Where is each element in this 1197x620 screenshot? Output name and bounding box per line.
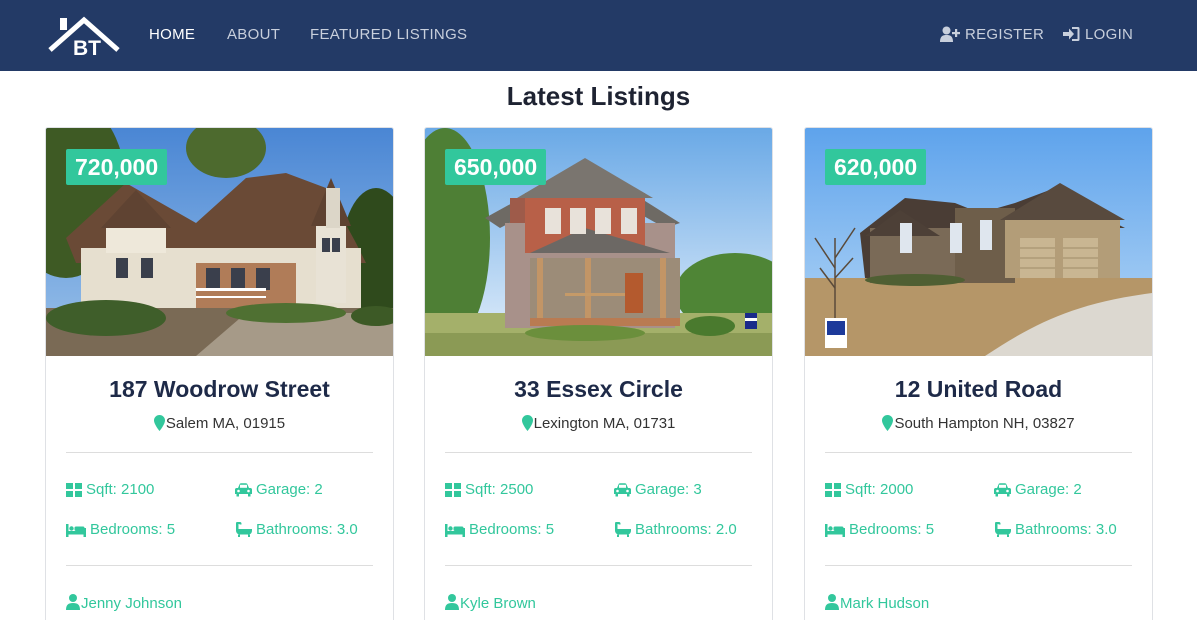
bed-icon: [66, 524, 86, 537]
divider: [825, 565, 1132, 566]
price-badge: 650,000: [445, 149, 547, 185]
feature-sqft: Sqft: 2000: [825, 481, 913, 498]
feature-bedrooms: Bedrooms: 5: [66, 521, 175, 538]
listing-title[interactable]: 33 Essex Circle: [425, 376, 772, 403]
nav-about-link[interactable]: ABOUT: [227, 26, 280, 43]
logo-text: BT: [73, 37, 101, 58]
divider: [445, 452, 752, 453]
user-icon: [825, 594, 839, 610]
user-plus-icon: [940, 26, 960, 42]
th-large-icon: [445, 483, 461, 497]
bed-icon: [445, 524, 465, 537]
map-marker-icon: [882, 415, 894, 431]
bedrooms-text: Bedrooms: 5: [469, 521, 555, 538]
listing-card[interactable]: 620,000 12 United Road South Hampton NH,…: [804, 127, 1153, 620]
brand-logo[interactable]: BT: [46, 14, 122, 60]
feature-bathrooms: Bathrooms: 2.0: [614, 521, 737, 538]
sqft-text: Sqft: 2100: [86, 481, 155, 498]
listing-title[interactable]: 12 United Road: [805, 376, 1152, 403]
login-label: LOGIN: [1085, 26, 1134, 43]
nav-featured-listings-link[interactable]: FEATURED LISTINGS: [310, 26, 467, 43]
price-badge: 620,000: [825, 149, 927, 185]
nav-login-link[interactable]: LOGIN: [1063, 26, 1133, 43]
divider: [825, 452, 1132, 453]
bathrooms-text: Bathrooms: 2.0: [635, 521, 737, 538]
feature-garage: Garage: 2: [994, 481, 1082, 498]
divider: [66, 452, 373, 453]
address-text: Lexington MA, 01731: [533, 415, 676, 432]
bedrooms-text: Bedrooms: 5: [849, 521, 935, 538]
address-text: Salem MA, 01915: [165, 415, 286, 432]
listing-card[interactable]: 650,000 33 Essex Circle Lexington MA, 01…: [424, 127, 773, 620]
listing-card[interactable]: 720,000 187 Woodrow Street Salem MA, 019…: [45, 127, 394, 620]
feature-bedrooms: Bedrooms: 5: [445, 521, 554, 538]
bath-icon: [995, 522, 1011, 537]
page-title: Latest Listings: [506, 81, 691, 111]
map-marker-icon: [153, 415, 165, 431]
feature-bathrooms: Bathrooms: 3.0: [994, 521, 1117, 538]
divider: [66, 565, 373, 566]
listing-address: Salem MA, 01915: [46, 415, 393, 432]
th-large-icon: [825, 483, 841, 497]
agent-name: Mark Hudson: [825, 594, 929, 612]
bath-icon: [236, 522, 252, 537]
th-large-icon: [66, 483, 82, 497]
address-text: South Hampton NH, 03827: [894, 415, 1075, 432]
listing-photo[interactable]: 720,000: [46, 128, 393, 356]
register-label: REGISTER: [965, 26, 1045, 43]
garage-text: Garage: 3: [635, 481, 702, 498]
garage-text: Garage: 2: [256, 481, 323, 498]
agent-name: Jenny Johnson: [66, 594, 182, 612]
listing-address: South Hampton NH, 03827: [805, 415, 1152, 432]
divider: [445, 565, 752, 566]
agent-name: Kyle Brown: [445, 594, 536, 612]
price-badge: 720,000: [66, 149, 168, 185]
agent-text: Mark Hudson: [840, 595, 930, 612]
listing-photo[interactable]: 650,000: [425, 128, 772, 356]
feature-bedrooms: Bedrooms: 5: [825, 521, 934, 538]
bathrooms-text: Bathrooms: 3.0: [1015, 521, 1117, 538]
nav-home-link[interactable]: HOME: [149, 26, 195, 43]
listing-photo[interactable]: 620,000: [805, 128, 1152, 356]
listing-title[interactable]: 187 Woodrow Street: [46, 376, 393, 403]
sqft-text: Sqft: 2000: [845, 481, 914, 498]
sqft-text: Sqft: 2500: [465, 481, 534, 498]
car-icon: [994, 483, 1011, 497]
navbar: BT HOME ABOUT FEATURED LISTINGS REGISTER…: [0, 0, 1197, 71]
feature-sqft: Sqft: 2500: [445, 481, 533, 498]
bathrooms-text: Bathrooms: 3.0: [256, 521, 358, 538]
feature-garage: Garage: 3: [614, 481, 702, 498]
bedrooms-text: Bedrooms: 5: [90, 521, 176, 538]
feature-bathrooms: Bathrooms: 3.0: [235, 521, 358, 538]
listing-address: Lexington MA, 01731: [425, 415, 772, 432]
feature-sqft: Sqft: 2100: [66, 481, 154, 498]
map-marker-icon: [521, 415, 533, 431]
garage-text: Garage: 2: [1015, 481, 1082, 498]
agent-text: Kyle Brown: [460, 595, 536, 612]
bed-icon: [825, 524, 845, 537]
nav-register-link[interactable]: REGISTER: [940, 26, 1044, 43]
car-icon: [614, 483, 631, 497]
bath-icon: [615, 522, 631, 537]
sign-in-icon: [1063, 27, 1080, 41]
user-icon: [445, 594, 459, 610]
car-icon: [235, 483, 252, 497]
user-icon: [66, 594, 80, 610]
agent-text: Jenny Johnson: [81, 595, 182, 612]
feature-garage: Garage: 2: [235, 481, 323, 498]
